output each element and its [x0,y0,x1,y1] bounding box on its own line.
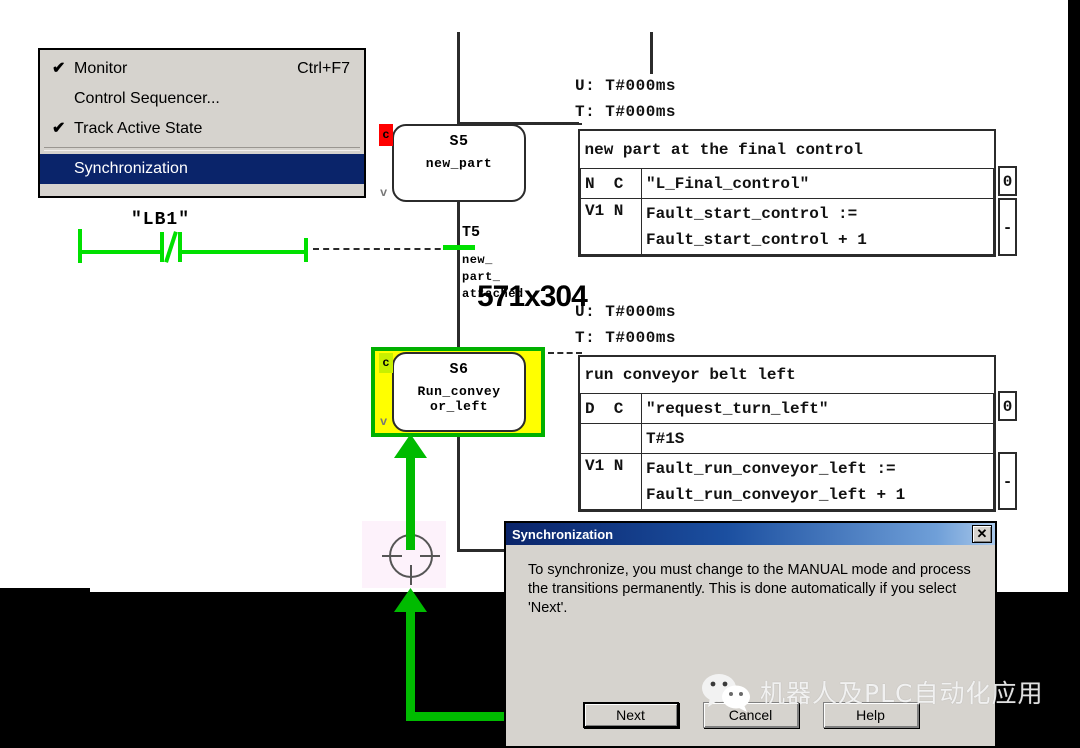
sfc-step-s6-v-badge: v [380,415,388,429]
sfc-right-stub [650,32,653,74]
s6-time-t: T: T#000ms [575,329,677,347]
s6-row0-qualifier: D C [580,393,642,424]
sfc-step-s5-fault-badge: c [379,124,393,146]
annotation-arrow-head-lower-icon [394,588,427,612]
sfc-connector-s6 [457,549,505,552]
s6-row2-text: Fault_run_conveyor_left := Fault_run_con… [641,453,994,510]
s5-action-header: new part at the final control [580,131,994,169]
cancel-button[interactable]: Cancel [702,702,799,728]
sfc-step-s6-name: S6 [449,361,469,378]
s6-row2-qualifier: V1 N [580,453,642,510]
next-button[interactable]: Next [582,702,679,728]
sfc-dash-t5 [313,248,461,250]
menu-item-synchronization-label: Synchronization [74,160,188,177]
close-icon[interactable]: ✕ [972,525,992,543]
s5-row0-value: 0 [998,166,1017,196]
lad-contact-slash [164,231,178,263]
sfc-transition-t5-name[interactable]: T5 [462,224,480,241]
s6-action-table[interactable]: run conveyor belt left D C "request_turn… [578,355,996,512]
dialog-body: To synchronize, you must change to the M… [506,545,995,618]
s5-row0-text: "L_Final_control" [641,168,994,199]
lad-terminal-bar [304,238,308,262]
sfc-transition-t5-active-bar [443,245,475,250]
menu-item-control-sequencer-label: Control Sequencer... [74,90,220,107]
menu-item-monitor-label: Monitor [74,60,128,77]
check-icon-monitor: ✔ [52,60,66,77]
menu-item-synchronization[interactable]: Synchronization [40,154,364,184]
menu-item-monitor[interactable]: ✔ Monitor Ctrl+F7 [40,54,364,84]
help-button[interactable]: Help [822,702,919,728]
menu-item-track-active-state-label: Track Active State [74,120,203,137]
s6-time-u: U: T#000ms [575,303,677,321]
s5-time-t: T: T#000ms [575,103,677,121]
lad-wire-right [182,250,306,254]
sfc-step-s5-name: S5 [449,133,469,150]
lad-wire-left [78,250,160,254]
s6-row2-value: - [998,452,1017,510]
s5-row1-qualifier: V1 N [580,198,642,255]
lad-contact-bar-left [160,232,164,262]
sfc-step-s6[interactable]: S6 Run_convey or_left [392,352,526,432]
s6-row0-text: "request_turn_left" [641,393,994,424]
annotation-arrow-head-upper-icon [394,434,427,458]
dialog-button-row: Next Cancel Help [506,702,995,728]
lad-contact-bar-right [178,232,182,262]
dialog-message: To synchronize, you must change to the M… [528,562,971,616]
context-menu[interactable]: ✔ Monitor Ctrl+F7 Control Sequencer... ✔… [38,48,366,198]
sfc-branch-line-top [457,32,460,130]
sfc-step-s5-label: new_part [425,156,493,171]
synchronization-dialog[interactable]: Synchronization ✕ To synchronize, you mu… [504,521,997,748]
dialog-title: Synchronization [512,526,614,542]
menu-item-monitor-accel: Ctrl+F7 [297,60,350,77]
lad-contact-label: "LB1" [131,210,191,230]
sfc-step-s6-label: Run_convey or_left [417,384,501,414]
screenshot-canvas: U: T#000ms T: T#000ms U: T#000ms T: T#00… [0,0,1080,748]
menu-separator [44,147,360,151]
s6-row1-text: T#1S [641,423,994,454]
annotation-arrow-shaft-lower [406,612,415,717]
sfc-step-s5-v-badge: v [380,186,388,200]
s5-row1-value: - [998,198,1017,256]
s6-action-header: run conveyor belt left [580,357,994,394]
s6-row0-value: 0 [998,391,1017,421]
lad-power-rail [78,229,82,263]
sfc-line-t5-s6 [457,252,460,357]
s5-action-table[interactable]: new part at the final control N C "L_Fin… [578,129,996,257]
size-overlay-label: 571x304 [477,280,588,313]
dialog-title-bar: Synchronization ✕ [506,523,995,545]
s6-row1-qualifier [580,423,642,454]
check-icon-track-active-state: ✔ [52,120,66,137]
menu-item-track-active-state[interactable]: ✔ Track Active State [40,114,364,144]
s5-time-u: U: T#000ms [575,77,677,95]
menu-item-control-sequencer[interactable]: Control Sequencer... [40,84,364,114]
s5-row0-qualifier: N C [580,168,642,199]
annotation-arrow-shaft-upper [406,455,415,550]
s5-row1-text: Fault_start_control := Fault_start_contr… [641,198,994,255]
sfc-line-s6-down [457,435,460,550]
sfc-dash-s5 [520,123,582,125]
sfc-step-s6-c-badge: c [379,353,393,373]
sfc-step-s5[interactable]: S5 new_part [392,124,526,202]
